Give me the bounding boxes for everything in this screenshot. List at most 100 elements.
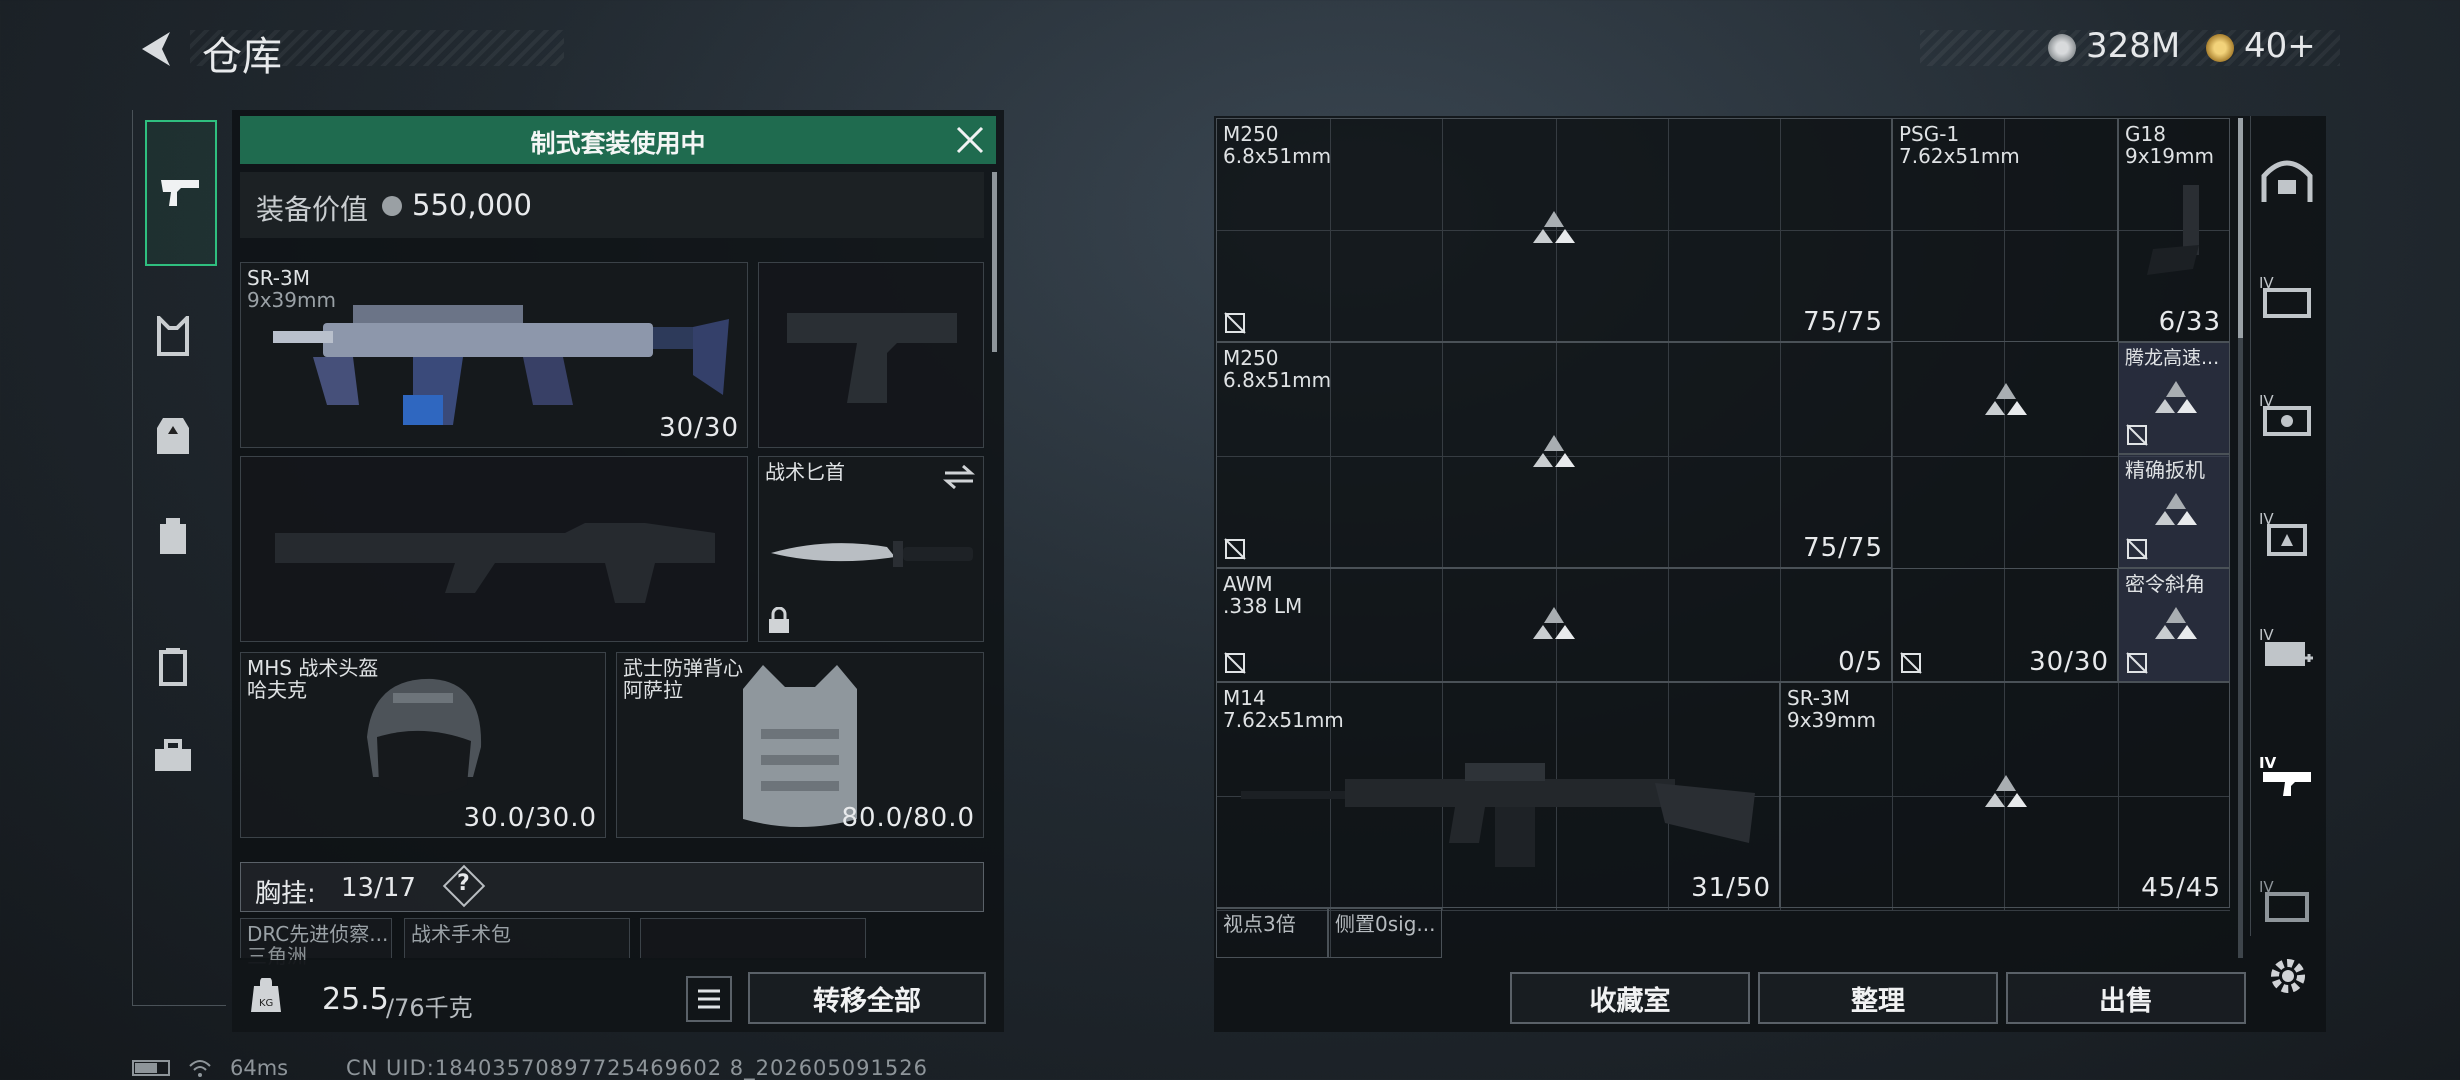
rifle-silhouette-icon xyxy=(275,523,715,603)
medkit-icon: IV xyxy=(2259,626,2313,666)
unknown-item-icon xyxy=(1533,211,1575,243)
item-map: 阿萨拉 xyxy=(623,678,683,702)
kit-banner-text: 制式套装使用中 xyxy=(530,129,706,158)
category-armor[interactable] xyxy=(133,406,213,466)
help-icon-glyph: ? xyxy=(457,871,470,896)
stash-tab-4[interactable]: IV xyxy=(2251,260,2323,332)
settings-gear-icon[interactable] xyxy=(2266,954,2310,998)
item-name: 战术手术包 xyxy=(411,922,511,946)
loadout-scrollbar[interactable] xyxy=(992,172,997,352)
rig-item[interactable]: 战术手术包 xyxy=(404,918,630,958)
silver-coin-icon xyxy=(382,196,402,216)
stash-item[interactable]: 密令斜角 xyxy=(2118,568,2230,682)
kit-banner: 制式套装使用中 xyxy=(240,116,996,164)
unknown-item-icon xyxy=(1533,607,1575,639)
stash-tab-6[interactable]: IV xyxy=(2251,496,2323,568)
stash-item[interactable]: G18 9x19mm 6/33 xyxy=(2118,118,2230,342)
category-toolbox[interactable] xyxy=(133,726,213,786)
stash-tab-9[interactable]: IV xyxy=(2251,864,2323,936)
item-name: PSG-1 xyxy=(1899,122,1960,146)
unknown-item-icon xyxy=(2155,493,2197,525)
stash-tab-5[interactable]: IV xyxy=(2251,378,2323,450)
stash-item[interactable]: M250 6.8x51mm 75/75 xyxy=(1216,118,1892,342)
secondary-weapon-slot[interactable] xyxy=(240,456,748,642)
unknown-item-icon xyxy=(1985,775,2027,807)
durability: 30.0/30.0 xyxy=(463,803,597,833)
unknown-item-icon xyxy=(2155,381,2197,413)
list-view-button[interactable] xyxy=(686,976,732,1022)
ping: 64ms xyxy=(230,1056,289,1080)
gear-value: 550,000 xyxy=(412,188,532,222)
rig-item[interactable]: DRC先进侦察... 三角洲 xyxy=(240,918,392,967)
stash-item[interactable]: 30/30 xyxy=(1892,568,2118,682)
swap-icon[interactable] xyxy=(943,463,975,491)
transfer-all-button[interactable]: 转移全部 xyxy=(748,972,986,1024)
item-name: 密令斜角 xyxy=(2125,572,2205,596)
primary-weapon-slot[interactable]: SR-3M 9x39mm 30/30 xyxy=(240,262,748,448)
stash-item[interactable]: 精确扳机 xyxy=(2118,454,2230,568)
item-name: G18 xyxy=(2125,122,2166,146)
item-name: 视点3倍 xyxy=(1223,912,1296,936)
category-rig[interactable] xyxy=(133,306,213,366)
item-caliber: 6.8x51mm xyxy=(1223,368,1332,392)
item-name: M250 xyxy=(1223,122,1279,146)
item-count: 31/50 xyxy=(1691,873,1771,903)
unknown-item-icon xyxy=(1985,383,2027,415)
item-caliber: 7.62x51mm xyxy=(1899,144,2020,168)
no-insure-icon xyxy=(2126,652,2148,674)
item-count: 30/30 xyxy=(2029,647,2109,677)
stash-tab-7[interactable]: IV xyxy=(2251,612,2323,684)
lock-icon xyxy=(767,606,791,635)
item-name: M14 xyxy=(1223,686,1266,710)
helmet-slot[interactable]: MHS 战术头盔 哈夫克 30.0/30.0 xyxy=(240,652,606,838)
melee-slot[interactable]: 战术匕首 xyxy=(758,456,984,642)
gear-value-label: 装备价值 xyxy=(256,193,369,226)
stash-item[interactable]: AWM .338 LM 0/5 xyxy=(1216,568,1892,682)
back-button[interactable] xyxy=(132,24,182,74)
svg-text:IV: IV xyxy=(2259,626,2274,644)
armor-vest-icon xyxy=(157,418,189,454)
item-caliber: 9x19mm xyxy=(2125,144,2214,168)
sort-button[interactable]: 整理 xyxy=(1758,972,1998,1024)
battery-icon xyxy=(132,1060,170,1076)
wifi-icon xyxy=(188,1058,212,1078)
category-sidebar xyxy=(132,110,226,1006)
stash-item[interactable]: PSG-1 7.62x51mm xyxy=(1892,118,2118,415)
uid: CN UID:18403570897725469602 8_2026050915… xyxy=(346,1056,928,1080)
stash-item[interactable]: 腾龙高速... xyxy=(2118,342,2230,454)
category-backpack[interactable] xyxy=(133,506,213,566)
item-count: 0/5 xyxy=(1838,647,1883,677)
currency-gold[interactable]: 40+ xyxy=(2244,26,2316,66)
armor-slot[interactable]: 武士防弹背心 阿萨拉 80.0/80.0 xyxy=(616,652,984,838)
stash-item[interactable]: 侧置0sig... xyxy=(1328,908,1442,958)
rig-label: 胸挂: xyxy=(255,879,316,909)
item-count: 45/45 xyxy=(2141,873,2221,903)
sidearm-slot[interactable] xyxy=(758,262,984,448)
category-weapons[interactable] xyxy=(145,120,217,266)
item-name: M250 xyxy=(1223,346,1279,370)
item-caliber: 6.8x51mm xyxy=(1223,144,1332,168)
backpack-icon xyxy=(160,518,186,554)
item-count: 75/75 xyxy=(1803,307,1883,337)
collection-room-button[interactable]: 收藏室 xyxy=(1510,972,1750,1024)
item-name: 精确扳机 xyxy=(2125,458,2205,482)
stash-item[interactable]: M250 6.8x51mm 75/75 xyxy=(1216,342,1892,568)
stash-tab-weapons[interactable]: IV xyxy=(2251,740,2323,812)
close-icon[interactable] xyxy=(954,124,986,156)
stash-item[interactable]: 视点3倍 xyxy=(1216,908,1328,958)
rig-item-empty[interactable] xyxy=(640,918,866,958)
category-container[interactable] xyxy=(133,636,213,696)
folder-icon: IV xyxy=(2259,274,2311,318)
stash-scrollbar[interactable] xyxy=(2238,118,2243,958)
pistol-silhouette-icon xyxy=(787,313,957,403)
stash-item[interactable]: SR-3M 9x39mm 45/45 xyxy=(1780,682,2230,908)
camera-icon: IV xyxy=(2259,392,2311,436)
item-map: 哈夫克 xyxy=(247,678,307,702)
sell-button[interactable]: 出售 xyxy=(2006,972,2246,1024)
sr3m-rifle-image xyxy=(273,305,729,425)
box-tab-icon: IV xyxy=(2259,878,2309,922)
chest-rig-row[interactable]: 胸挂: 13/17 ? xyxy=(240,862,984,912)
stash-tab-main[interactable] xyxy=(2251,144,2323,216)
unknown-item-icon xyxy=(1533,435,1575,467)
stash-item[interactable]: M14 7.62x51mm 31/50 xyxy=(1216,682,1780,908)
